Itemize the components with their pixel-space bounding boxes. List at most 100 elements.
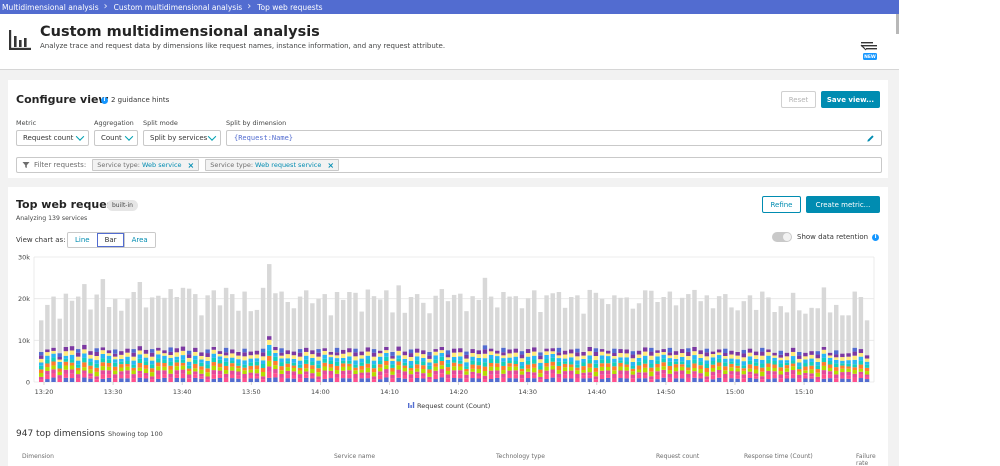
bar-segment (532, 375, 537, 379)
bar-segment (45, 363, 50, 368)
bar-segment (593, 376, 599, 380)
bar-other (636, 303, 642, 351)
whats-new-button[interactable]: NEW (859, 41, 881, 63)
bar-segment (716, 362, 722, 367)
split-dimension-input[interactable]: {Request:Name} (226, 130, 882, 146)
request-count-chart[interactable]: 30k 20k 10k 0 13:20 13:30 13:40 13:50 14:00 14:10… (8, 249, 888, 419)
bar-segment (137, 354, 143, 359)
close-icon[interactable]: × (188, 161, 195, 170)
bar-segment (304, 371, 309, 375)
bar-segment (75, 374, 81, 379)
bar-segment (766, 355, 771, 360)
breadcrumb-item-custom[interactable]: Custom multidimensional analysis › (112, 0, 256, 14)
filter-chip[interactable]: Service type: Web request service × (205, 159, 340, 171)
bar-other (143, 307, 149, 350)
bar-segment (605, 353, 611, 357)
refine-button[interactable]: Refine (762, 196, 801, 213)
bar-segment (612, 348, 617, 353)
aggregation-select[interactable]: Count (94, 130, 138, 146)
bar-segment (686, 373, 691, 378)
dimensions-table-header: Dimension Service name Technology type R… (8, 453, 888, 466)
bar-other (316, 298, 321, 350)
breadcrumb-item-multidimensional[interactable]: Multidimensional analysis › (0, 0, 112, 14)
bar-segment (655, 352, 660, 357)
bar-other (180, 287, 186, 347)
bar-segment (797, 374, 802, 379)
bar-segment (710, 379, 716, 382)
split-mode-select[interactable]: Split by services (143, 130, 221, 146)
bar-segment (501, 352, 506, 356)
bar-segment (803, 372, 808, 376)
bar-other (451, 294, 457, 349)
bar-segment (495, 353, 500, 357)
column-header[interactable]: Dimension (22, 453, 54, 460)
bar-segment (248, 378, 253, 382)
filter-label: Filter requests: (34, 161, 87, 169)
bar-segment (821, 353, 827, 358)
bar-other (94, 294, 99, 349)
reset-button[interactable]: Reset (781, 91, 816, 108)
filter-requests-bar[interactable]: Filter requests: Service type: Web servi… (16, 157, 882, 173)
bar-segment (162, 374, 167, 378)
pencil-icon[interactable] (866, 134, 875, 143)
bar-segment (205, 364, 210, 369)
bar-segment (427, 358, 432, 363)
page-scrollbar[interactable] (896, 14, 899, 34)
chart-type-bar[interactable]: Bar (96, 233, 124, 247)
bar-segment (143, 375, 149, 379)
column-header[interactable]: Service name (334, 453, 375, 460)
bar-segment (827, 368, 833, 372)
bar-segment (618, 357, 623, 361)
chart-type-line[interactable]: Line (68, 233, 97, 247)
bar-segment (174, 362, 180, 367)
bar-other (168, 289, 173, 348)
bar-segment (334, 373, 340, 378)
guidance-hints[interactable]: i 2 guidance hints (101, 96, 169, 104)
close-icon[interactable]: × (327, 161, 334, 170)
bar-segment (556, 347, 562, 353)
info-icon[interactable]: i (872, 233, 880, 241)
bar-segment (359, 358, 364, 363)
bar-segment (809, 378, 814, 382)
bar-segment (569, 364, 574, 368)
bar-segment (451, 362, 457, 367)
bar-other (525, 298, 531, 350)
bar-segment (51, 350, 56, 354)
column-header[interactable]: Failure rate (856, 453, 888, 466)
bar-other (797, 310, 802, 352)
bar-segment (82, 349, 87, 354)
bar-other (390, 312, 395, 352)
save-view-button[interactable]: Save view... (821, 91, 880, 108)
bar-segment (852, 359, 857, 365)
bar-other (710, 308, 716, 352)
chart-type-area[interactable]: Area (123, 233, 155, 247)
bar-segment (784, 371, 790, 376)
bar-segment (230, 363, 235, 367)
data-retention-toggle[interactable] (772, 232, 792, 242)
bar-segment (488, 348, 494, 352)
bar-segment (211, 362, 217, 366)
bar-other (285, 302, 290, 351)
metric-select[interactable]: Request count (16, 130, 89, 146)
bar-other (766, 297, 771, 350)
bar-segment (612, 370, 617, 374)
bar-segment (310, 361, 315, 366)
bar-segment (605, 359, 611, 364)
bar-segment (821, 370, 827, 375)
bar-segment (710, 357, 716, 362)
bar-segment (69, 373, 75, 379)
bar-segment (433, 379, 438, 382)
bar-segment (377, 379, 383, 382)
column-header[interactable]: Technology type (496, 453, 545, 460)
bar-segment (784, 368, 790, 372)
column-header[interactable]: Request count (656, 453, 699, 460)
column-header[interactable]: Response time (Count) (744, 453, 813, 460)
bar-segment (433, 363, 438, 367)
create-metric-button[interactable]: Create metric... (806, 196, 880, 213)
filter-chip[interactable]: Service type: Web service × (92, 159, 200, 171)
bar-segment (747, 352, 753, 357)
bar-other (618, 297, 623, 350)
bar-segment (735, 363, 740, 366)
bar-segment (624, 357, 629, 362)
bar-segment (248, 358, 253, 363)
